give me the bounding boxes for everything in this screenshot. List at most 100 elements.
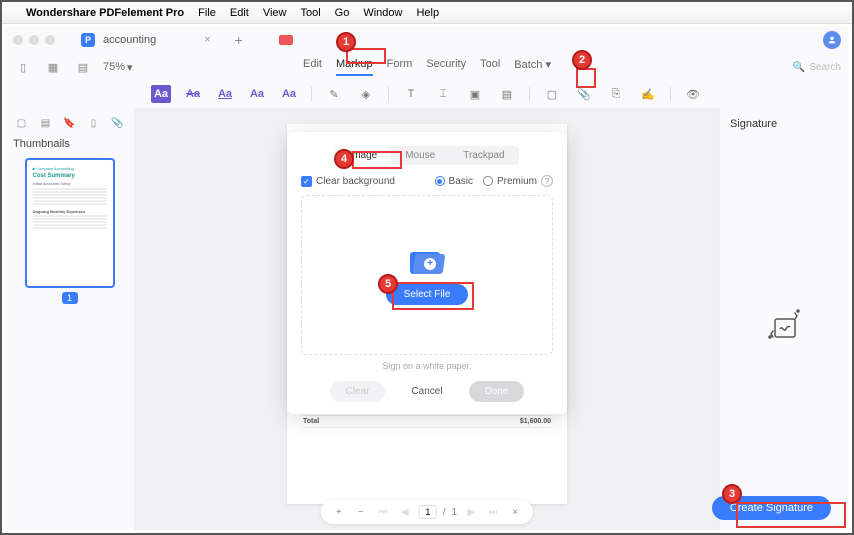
select-file-button[interactable]: Select File — [386, 284, 469, 305]
folder-upload-icon: + — [410, 246, 444, 274]
callout-5: 5 — [378, 274, 398, 294]
tab-form[interactable]: Form — [387, 58, 413, 76]
thumb-title: Cost Summary — [33, 173, 107, 179]
dropzone[interactable]: + Select File — [301, 195, 553, 355]
close-tab-icon[interactable]: × — [204, 34, 210, 46]
menu-view[interactable]: View — [263, 7, 287, 19]
menu-file[interactable]: File — [198, 7, 216, 19]
callout-2: 2 — [572, 50, 592, 70]
clear-background-label: Clear background — [316, 176, 395, 187]
search-box[interactable]: 🔍 Search — [793, 62, 841, 73]
strikethrough-tool-icon[interactable]: Aa — [183, 85, 203, 103]
app-switcher-icon[interactable] — [279, 35, 293, 45]
sidebar-tabs: ▢ ▤ 🔖 ▯ 📎 — [13, 116, 126, 130]
comments-tab-icon[interactable]: ▯ — [87, 116, 101, 130]
bookmark-tab-icon[interactable]: 🔖 — [63, 116, 77, 130]
attachment-tool-icon[interactable]: 📎 — [574, 85, 594, 103]
pdf-icon: P — [81, 33, 95, 47]
next-page-icon[interactable]: ▶ — [463, 504, 479, 520]
callout-tool-icon[interactable]: ⌶ — [433, 85, 453, 103]
page-sep: / — [443, 507, 446, 518]
tab-security[interactable]: Security — [426, 58, 466, 76]
markup-toolbar: Aa Aa Aa Aa Aa ✎ ◈ T ⌶ ▣ ▤ ▢ 📎 ⎘ ✍ 👁 — [5, 80, 849, 108]
modal-hint: Sign on a white paper. — [301, 361, 553, 371]
macos-menubar: Wondershare PDFelement Pro File Edit Vie… — [2, 2, 852, 24]
close-pager-icon[interactable]: × — [507, 504, 523, 520]
zoom-dropdown[interactable]: 75% ▾ — [103, 61, 133, 74]
modal-tab-trackpad[interactable]: Trackpad — [449, 146, 518, 165]
cancel-button[interactable]: Cancel — [395, 381, 458, 402]
rectangle-tool-icon[interactable]: ▢ — [542, 85, 562, 103]
hide-annotations-icon[interactable]: 👁 — [683, 85, 703, 103]
modal-tab-mouse[interactable]: Mouse — [391, 146, 449, 165]
help-icon[interactable]: ? — [541, 175, 553, 187]
zoom-out-icon[interactable]: − — [353, 504, 369, 520]
menu-help[interactable]: Help — [416, 7, 439, 19]
right-panel-title: Signature — [730, 118, 839, 130]
squiggly-tool-icon[interactable]: Aa — [247, 85, 267, 103]
pencil-tool-icon[interactable]: ✎ — [324, 85, 344, 103]
app-name[interactable]: Wondershare PDFelement Pro — [26, 7, 184, 19]
text-comment-tool-icon[interactable]: ▤ — [497, 85, 517, 103]
mode-tabs: Edit Markup Form Security Tool Batch ▾ — [303, 58, 551, 76]
note-tool-icon[interactable]: ▣ — [465, 85, 485, 103]
thumb-section: Ongoing Monthly Expenses — [33, 209, 107, 214]
thumb-logo: ■ Company Accounting — [33, 166, 107, 171]
menu-go[interactable]: Go — [335, 7, 350, 19]
premium-radio[interactable] — [483, 176, 493, 186]
thumbnails-toggle-icon[interactable]: ▦ — [43, 59, 63, 75]
menu-edit[interactable]: Edit — [230, 7, 249, 19]
traffic-lights[interactable] — [13, 35, 55, 45]
sidebar: ▢ ▤ 🔖 ▯ 📎 Thumbnails ■ Company Accountin… — [5, 108, 135, 530]
modal-actions: Clear Cancel Done — [301, 381, 553, 402]
tab-tool[interactable]: Tool — [480, 58, 500, 76]
view-mode-icon[interactable]: ▤ — [73, 59, 93, 75]
tab-title: accounting — [103, 34, 156, 46]
stamp-tool-icon[interactable]: ⎘ — [606, 85, 626, 103]
first-page-icon[interactable]: ⏮ — [375, 504, 391, 520]
add-tab-icon[interactable]: + — [235, 32, 243, 48]
page-input[interactable] — [419, 505, 437, 519]
text-box-tool-icon[interactable]: T — [401, 85, 421, 103]
highlight-tool-icon[interactable]: Aa — [151, 85, 171, 103]
signature-modal: Image Mouse Trackpad ✓ Clear background … — [287, 132, 567, 414]
page-total: 1 — [452, 507, 458, 518]
divider — [311, 87, 312, 101]
table-row: Total$1,600.00 — [303, 416, 551, 428]
signature-illustration-icon — [730, 305, 839, 345]
user-avatar[interactable] — [823, 31, 841, 49]
tab-edit[interactable]: Edit — [303, 58, 322, 76]
chevron-down-icon: ▾ — [127, 61, 133, 74]
modal-options-row: ✓ Clear background Basic Premium ? — [301, 175, 553, 187]
sidebar-toggle-icon[interactable]: ▯ — [13, 59, 33, 75]
page-navigator: + − ⏮ ◀ / 1 ▶ ⏭ × — [321, 500, 533, 524]
underline-tool-icon[interactable]: Aa — [215, 85, 235, 103]
done-button[interactable]: Done — [469, 381, 525, 402]
premium-label: Premium — [497, 176, 537, 187]
titlebar: P accounting × + — [5, 26, 849, 54]
page-thumbnail[interactable]: ■ Company Accounting Cost Summary Initia… — [25, 158, 115, 288]
attachments-tab-icon[interactable]: 📎 — [111, 116, 125, 130]
outline-tab-icon[interactable]: ▤ — [39, 116, 53, 130]
divider — [529, 87, 530, 101]
prev-page-icon[interactable]: ◀ — [397, 504, 413, 520]
menu-tool[interactable]: Tool — [300, 7, 320, 19]
callout-4: 4 — [334, 149, 354, 169]
last-page-icon[interactable]: ⏭ — [485, 504, 501, 520]
document-tab[interactable]: P accounting × — [81, 33, 211, 47]
basic-label: Basic — [449, 176, 473, 187]
clear-button[interactable]: Clear — [330, 381, 386, 402]
eraser-tool-icon[interactable]: ◈ — [356, 85, 376, 103]
insert-text-tool-icon[interactable]: Aa — [279, 85, 299, 103]
thumbnails-tab-icon[interactable]: ▢ — [15, 116, 29, 130]
basic-radio[interactable] — [435, 176, 445, 186]
tab-markup[interactable]: Markup — [336, 58, 373, 76]
signature-tool-icon[interactable]: ✍ — [638, 85, 658, 103]
sidebar-title: Thumbnails — [13, 138, 126, 150]
clear-background-checkbox[interactable]: ✓ — [301, 176, 312, 187]
callout-3: 3 — [722, 484, 742, 504]
menu-window[interactable]: Window — [363, 7, 402, 19]
zoom-in-icon[interactable]: + — [331, 504, 347, 520]
tab-batch[interactable]: Batch ▾ — [514, 58, 551, 76]
main-toolbar: ▯ ▦ ▤ 75% ▾ Edit Markup Form Security To… — [5, 54, 849, 80]
